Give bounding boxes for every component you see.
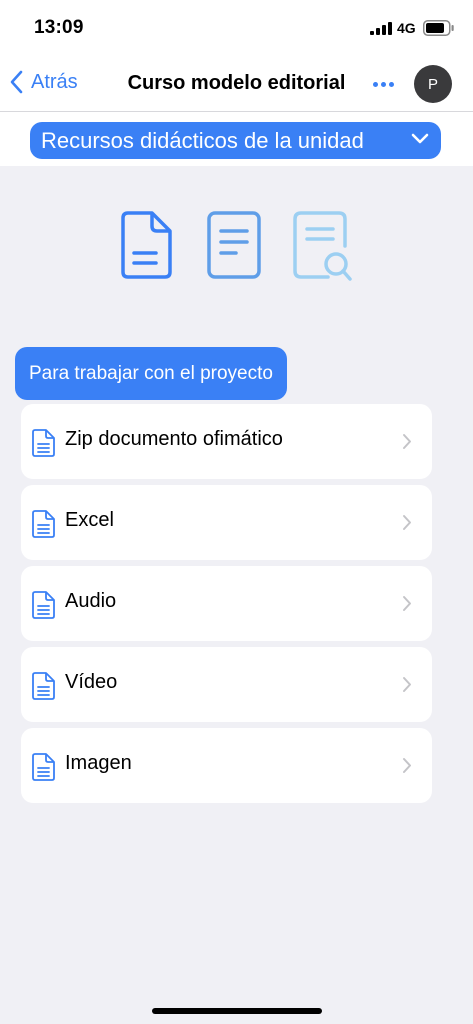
chevron-right-icon — [403, 434, 411, 449]
resource-list: Zip documento ofimático Excel Audio Víde… — [21, 404, 432, 809]
chevron-left-icon — [10, 70, 23, 94]
navigation-bar: Atrás Curso modelo editorial P — [0, 58, 473, 112]
status-time: 13:09 — [34, 17, 84, 38]
chevron-right-icon — [403, 758, 411, 773]
document-search-icon[interactable] — [292, 210, 354, 284]
document-icon — [32, 510, 55, 538]
list-item-label: Zip documento ofimático — [65, 428, 283, 450]
chevron-right-icon — [403, 596, 411, 611]
chevron-right-icon — [403, 515, 411, 530]
document-icon — [32, 753, 55, 781]
resource-type-icons — [0, 210, 473, 290]
back-button[interactable]: Atrás — [10, 70, 78, 94]
unit-resources-dropdown[interactable]: Recursos didácticos de la unidad — [30, 122, 441, 159]
avatar[interactable]: P — [414, 65, 452, 103]
status-bar: 13:09 4G — [0, 0, 473, 58]
list-item-label: Vídeo — [65, 671, 118, 693]
back-label: Atrás — [31, 70, 78, 93]
list-item-audio[interactable]: Audio — [21, 566, 432, 641]
more-options-button[interactable] — [366, 70, 400, 98]
chevron-right-icon — [403, 677, 411, 692]
list-item-label: Audio — [65, 590, 117, 612]
list-item-label: Imagen — [65, 752, 132, 774]
ellipsis-icon — [372, 81, 378, 87]
chevron-down-icon — [411, 133, 429, 144]
list-item-video[interactable]: Vídeo — [21, 647, 432, 722]
document-lines-icon[interactable] — [206, 210, 262, 280]
signal-icon — [370, 22, 392, 35]
list-item-image[interactable]: Imagen — [21, 728, 432, 803]
battery-icon — [423, 20, 454, 36]
document-icon — [32, 429, 55, 457]
document-icon[interactable] — [120, 210, 174, 280]
document-icon — [32, 672, 55, 700]
section-header: Para trabajar con el proyecto — [15, 347, 287, 400]
home-indicator[interactable] — [152, 1008, 322, 1014]
list-item-excel[interactable]: Excel — [21, 485, 432, 560]
selector-bar: Recursos didácticos de la unidad — [0, 112, 473, 166]
dropdown-label: Recursos didácticos de la unidad — [41, 127, 364, 153]
section-header-label: Para trabajar con el proyecto — [29, 362, 273, 384]
network-type: 4G — [397, 20, 416, 36]
list-item-zip[interactable]: Zip documento ofimático — [21, 404, 432, 479]
list-item-label: Excel — [65, 509, 114, 531]
document-icon — [32, 591, 55, 619]
